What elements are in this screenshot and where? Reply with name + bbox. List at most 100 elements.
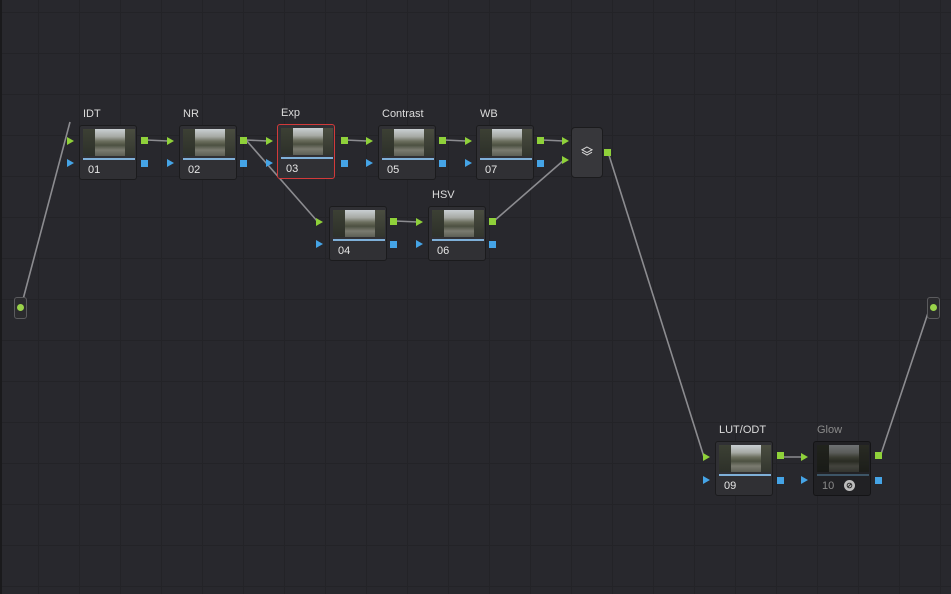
node-02[interactable]: NR 02	[179, 108, 237, 180]
key-input-icon[interactable]	[801, 476, 808, 484]
input-dot-icon	[17, 304, 24, 311]
node-06[interactable]: HSV 06	[428, 189, 486, 261]
output-port[interactable]	[927, 297, 940, 319]
node-number: 09	[724, 480, 737, 492]
node-thumbnail	[183, 129, 235, 156]
key-input-icon[interactable]	[465, 159, 472, 167]
node-label: Exp	[281, 107, 300, 119]
layer-mixer-node[interactable]	[571, 127, 603, 178]
node-thumbnail	[480, 129, 532, 156]
node-number: 07	[485, 164, 498, 176]
key-output-port[interactable]	[341, 160, 348, 167]
rgb-input-icon[interactable]	[465, 137, 472, 145]
wire-input-01	[20, 121, 71, 308]
key-input-icon[interactable]	[703, 476, 710, 484]
thumbnail-bar	[281, 157, 333, 159]
node-07[interactable]: WB 07	[476, 108, 534, 180]
node-thumbnail	[382, 129, 434, 156]
rgb-input-icon[interactable]	[801, 453, 808, 461]
key-output-port[interactable]	[875, 477, 882, 484]
node-graph-canvas[interactable]: IDT 01 NR 02 Exp 03 Contrast 05 WB 07 04…	[0, 0, 951, 594]
node-body[interactable]: 02	[179, 125, 237, 180]
wire-02-03	[245, 139, 269, 142]
key-input-icon[interactable]	[416, 240, 423, 248]
key-input-icon[interactable]	[316, 240, 323, 248]
node-body[interactable]: 03	[277, 124, 335, 179]
key-input-icon[interactable]	[167, 159, 174, 167]
key-output-port[interactable]	[777, 477, 784, 484]
node-01[interactable]: IDT 01	[79, 108, 137, 180]
rgb-output-port[interactable]	[439, 137, 446, 144]
rgb-input-icon[interactable]	[266, 137, 273, 145]
node-03[interactable]: Exp 03	[277, 107, 335, 179]
rgb-input-icon[interactable]	[316, 218, 323, 226]
wire-04-06	[394, 220, 419, 223]
wire-07-layer	[541, 139, 565, 142]
key-output-port[interactable]	[390, 241, 397, 248]
node-body[interactable]: 09	[715, 441, 773, 496]
node-body[interactable]: 04	[329, 206, 387, 261]
thumbnail-bar	[183, 158, 235, 160]
layer-input-1-icon[interactable]	[562, 137, 569, 145]
rgb-input-icon[interactable]	[366, 137, 373, 145]
thumbnail-bar	[83, 158, 135, 160]
node-number: 10	[822, 480, 835, 492]
node-label: Contrast	[382, 108, 424, 120]
rgb-output-port[interactable]	[240, 137, 247, 144]
thumbnail-bar	[817, 474, 869, 476]
output-dot-icon	[930, 304, 937, 311]
wire-10-output	[879, 306, 931, 458]
layer-output-port[interactable]	[604, 149, 611, 156]
node-thumbnail	[83, 129, 135, 156]
rgb-output-port[interactable]	[390, 218, 397, 225]
rgb-input-icon[interactable]	[67, 137, 74, 145]
layer-input-2-icon[interactable]	[562, 156, 569, 164]
rgb-input-icon[interactable]	[703, 453, 710, 461]
wire-layer-09	[607, 151, 705, 458]
node-label: NR	[183, 108, 199, 120]
node-number: 04	[338, 245, 351, 257]
connection-wires	[20, 121, 931, 458]
key-input-icon[interactable]	[266, 159, 273, 167]
rgb-output-port[interactable]	[875, 452, 882, 459]
source-input-port[interactable]	[14, 297, 27, 319]
node-10[interactable]: Glow 10 ⊘	[813, 424, 871, 496]
node-09[interactable]: LUT/ODT 09	[715, 424, 773, 496]
node-label: LUT/ODT	[719, 424, 767, 436]
node-number: 05	[387, 164, 400, 176]
node-body[interactable]: 01	[79, 125, 137, 180]
node-thumbnail	[281, 128, 333, 155]
layers-icon	[581, 146, 593, 156]
key-output-port[interactable]	[439, 160, 446, 167]
thumbnail-bar	[432, 239, 484, 241]
key-input-icon[interactable]	[67, 159, 74, 167]
rgb-input-icon[interactable]	[416, 218, 423, 226]
node-label: HSV	[432, 189, 455, 201]
node-number: 02	[188, 164, 201, 176]
node-number: 06	[437, 245, 450, 257]
rgb-input-icon[interactable]	[167, 137, 174, 145]
node-body[interactable]: 07	[476, 125, 534, 180]
node-body[interactable]: 10 ⊘	[813, 441, 871, 496]
rgb-output-port[interactable]	[489, 218, 496, 225]
node-body[interactable]: 05	[378, 125, 436, 180]
rgb-output-port[interactable]	[141, 137, 148, 144]
rgb-output-port[interactable]	[537, 137, 544, 144]
node-thumbnail	[817, 445, 869, 472]
disabled-icon: ⊘	[844, 480, 855, 491]
wire-01-02	[145, 139, 169, 142]
key-output-port[interactable]	[240, 160, 247, 167]
key-output-port[interactable]	[489, 241, 496, 248]
node-number: 01	[88, 164, 101, 176]
key-output-port[interactable]	[537, 160, 544, 167]
node-05[interactable]: Contrast 05	[378, 108, 436, 180]
node-thumbnail	[333, 210, 385, 237]
key-output-port[interactable]	[141, 160, 148, 167]
key-input-icon[interactable]	[366, 159, 373, 167]
rgb-output-port[interactable]	[777, 452, 784, 459]
rgb-output-port[interactable]	[341, 137, 348, 144]
thumbnail-bar	[382, 158, 434, 160]
node-04[interactable]: 04	[329, 206, 387, 261]
node-body[interactable]: 06	[428, 206, 486, 261]
thumbnail-bar	[719, 474, 771, 476]
